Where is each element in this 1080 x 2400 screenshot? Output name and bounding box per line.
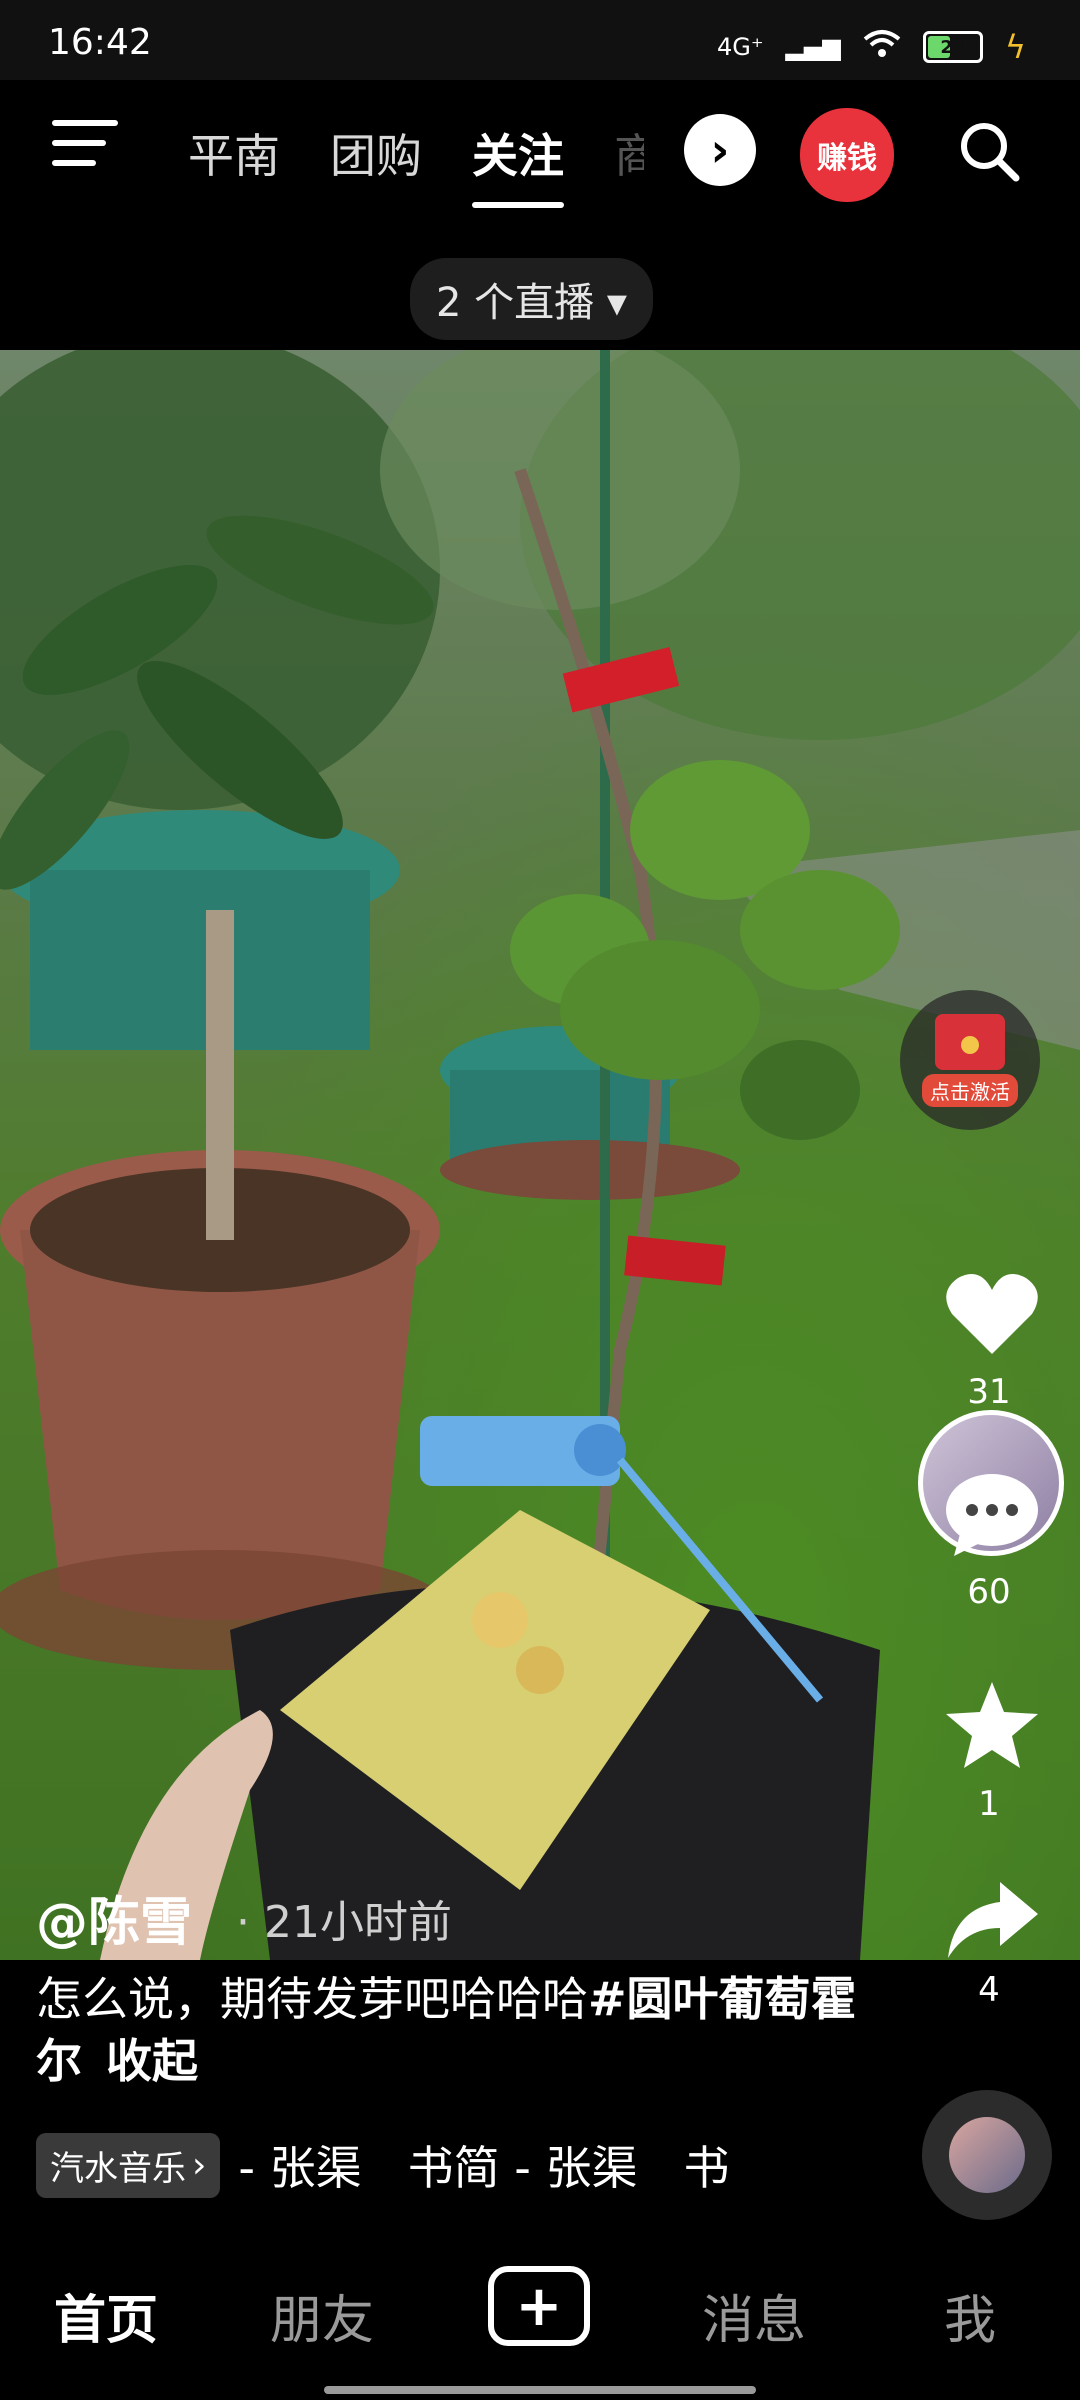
search-icon[interactable] <box>956 118 1022 184</box>
battery-level: 24 <box>940 36 966 58</box>
bottom-nav: 首页 朋友 + 消息 我 <box>0 2230 1080 2400</box>
status-bar: 16:42 4G⁺ ▂▄▆ 24 ϟ <box>0 0 1080 80</box>
tab-local[interactable]: 平南 <box>188 120 280 186</box>
status-icons: 4G⁺ ▂▄▆ 24 ϟ <box>717 28 1026 66</box>
top-nav: 平南 团购 关注 商 › 赚钱 <box>0 80 1080 210</box>
plus-icon: + <box>515 2273 563 2339</box>
like-action[interactable]: 31 <box>944 1270 1038 1412</box>
music-app-tag[interactable]: 汽水音乐 › <box>36 2132 221 2198</box>
feed-tabs: 平南 团购 关注 商 <box>188 120 644 208</box>
collapse-caption-button[interactable]: 收起 <box>106 2034 198 2088</box>
caption-text: 怎么说，期待发芽吧哈哈哈 <box>36 1972 588 2026</box>
tab-following[interactable]: 关注 <box>472 120 564 208</box>
author-name[interactable]: @陈雪 <box>36 1880 192 1955</box>
status-time: 16:42 <box>48 22 152 63</box>
wifi-icon <box>863 29 901 65</box>
music-title[interactable]: - 张渠 书简 - 张渠 书 <box>238 2132 729 2198</box>
nav-me[interactable]: 我 <box>944 2278 996 2353</box>
music-cover <box>949 2117 1025 2193</box>
earn-money-button[interactable]: 赚钱 <box>800 108 894 202</box>
post-time: · 21小时前 <box>236 1897 452 1948</box>
music-disc[interactable] <box>922 2090 1052 2220</box>
share-action[interactable] <box>944 1878 1038 1960</box>
menu-icon[interactable] <box>52 120 124 172</box>
share-icon <box>944 1878 1038 1960</box>
share-count-wrap: 4 <box>944 1970 1034 2010</box>
comment-icon <box>944 1470 1038 1562</box>
badge-label: 点击激活 <box>922 1073 1018 1107</box>
battery-icon: 24 <box>922 31 983 63</box>
comment-count: 60 <box>967 1572 1011 1612</box>
video-frame-illustration <box>0 350 1080 1960</box>
red-envelope-icon <box>935 1013 1005 1070</box>
nav-messages[interactable]: 消息 <box>702 2278 806 2353</box>
network-indicator: 4G⁺ <box>716 33 764 61</box>
share-count: 4 <box>978 1970 1000 2010</box>
favorite-count: 1 <box>978 1784 1000 1824</box>
comment-action[interactable]: 60 <box>944 1470 1038 1612</box>
favorite-action[interactable]: 1 <box>944 1680 1038 1824</box>
tab-group-buy[interactable]: 团购 <box>330 120 422 186</box>
video-caption: 怎么说，期待发芽吧哈哈哈#圆叶葡萄霍尔 收起 <box>36 1968 896 2092</box>
charging-icon: ϟ <box>1004 28 1026 66</box>
tab-mall[interactable]: 商 <box>614 120 644 186</box>
heart-icon <box>944 1270 1038 1362</box>
red-packet-badge[interactable]: 点击激活 <box>900 990 1040 1130</box>
nav-home[interactable]: 首页 <box>54 2278 158 2353</box>
music-row: 汽水音乐 › - 张渠 书简 - 张渠 书 <box>36 2132 729 2198</box>
chevron-right-icon: › <box>192 2144 207 2186</box>
live-count-dropdown[interactable]: 2 个直播 ▾ <box>410 258 653 340</box>
home-indicator <box>324 2386 756 2394</box>
like-count: 31 <box>967 1372 1011 1412</box>
chevron-right-icon[interactable]: › <box>684 114 756 186</box>
video-player[interactable]: 点击激活 31 60 1 <box>0 350 1080 1960</box>
signal-icon: ▂▄▆ <box>785 33 841 61</box>
create-button[interactable]: + <box>488 2266 590 2346</box>
star-icon <box>944 1680 1038 1774</box>
nav-friends[interactable]: 朋友 <box>270 2278 374 2353</box>
music-tag-label: 汽水音乐 <box>50 2148 186 2189</box>
